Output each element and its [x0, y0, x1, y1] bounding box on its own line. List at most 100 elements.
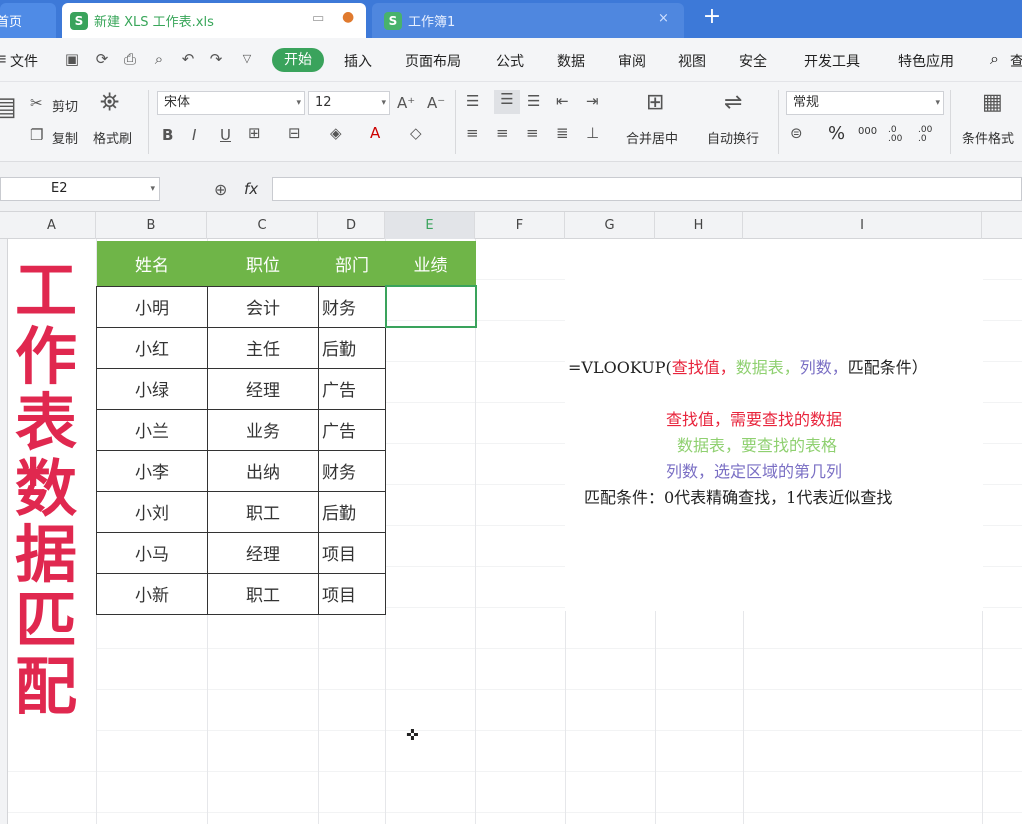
paste-icon[interactable]: ▤: [0, 92, 17, 122]
wrap-text-icon[interactable]: ⇌: [724, 90, 742, 115]
clear-icon[interactable]: ◇: [410, 124, 422, 142]
row-header-gutter[interactable]: [0, 239, 8, 824]
cell-department[interactable]: 广告: [318, 408, 386, 451]
cell-position[interactable]: 业务: [207, 408, 319, 451]
cell-department[interactable]: 后勤: [318, 326, 386, 369]
menu-special[interactable]: 特色应用: [898, 51, 954, 71]
align-top-icon[interactable]: ☰: [466, 92, 479, 110]
cell-performance[interactable]: [386, 450, 476, 491]
column-header[interactable]: H: [655, 212, 743, 239]
currency-icon[interactable]: ⊜: [790, 124, 803, 142]
font-shrink-icon[interactable]: A⁻: [427, 94, 445, 112]
align-bottom-icon[interactable]: ☰: [527, 92, 540, 110]
header-name[interactable]: 姓名: [96, 241, 208, 286]
cell-position[interactable]: 职工: [207, 490, 319, 533]
search-label[interactable]: 查: [1010, 51, 1022, 71]
border-icon[interactable]: ⊞: [248, 124, 261, 142]
cell-department[interactable]: 财务: [318, 449, 386, 492]
cell-style-icon[interactable]: ⊟: [288, 124, 301, 142]
thousands-button[interactable]: 000: [858, 126, 877, 137]
export-icon[interactable]: ⟳: [92, 49, 112, 69]
format-painter-icon[interactable]: ⛯: [100, 88, 119, 116]
font-grow-icon[interactable]: A⁺: [397, 94, 415, 112]
new-tab-button[interactable]: +: [700, 6, 724, 30]
menu-insert[interactable]: 插入: [344, 51, 372, 71]
tab-active-file[interactable]: S 新建 XLS 工作表.xls ▭ ●: [62, 3, 366, 38]
name-box[interactable]: E2 ▾: [0, 177, 160, 201]
fill-color-icon[interactable]: ◈: [330, 124, 342, 142]
align-left-icon[interactable]: ≡: [466, 124, 479, 142]
menu-formula[interactable]: 公式: [496, 51, 524, 71]
cell-department[interactable]: 项目: [318, 572, 386, 615]
cell-position[interactable]: 经理: [207, 367, 319, 410]
cell-position[interactable]: 经理: [207, 531, 319, 574]
scissors-icon[interactable]: ✂: [30, 94, 43, 112]
cell-position[interactable]: 出纳: [207, 449, 319, 492]
cell-performance[interactable]: [386, 532, 476, 573]
formula-input[interactable]: [272, 177, 1022, 201]
redo-icon[interactable]: ↷: [206, 49, 226, 69]
cell-name[interactable]: 小马: [96, 531, 208, 574]
align-middle-icon[interactable]: ☰: [494, 90, 520, 114]
column-header[interactable]: D: [318, 212, 385, 239]
wrap-text-button[interactable]: 自动换行: [707, 128, 759, 147]
close-icon[interactable]: ×: [658, 11, 669, 26]
font-color-icon[interactable]: A: [370, 124, 380, 142]
cell-name[interactable]: 小红: [96, 326, 208, 369]
cell-performance[interactable]: [386, 409, 476, 450]
column-header[interactable]: F: [475, 212, 565, 239]
menu-start[interactable]: 开始: [272, 48, 324, 72]
cell-name[interactable]: 小明: [96, 285, 208, 328]
cell-performance[interactable]: [386, 368, 476, 409]
column-header[interactable]: I: [743, 212, 982, 239]
menu-security[interactable]: 安全: [739, 51, 767, 71]
header-department[interactable]: 部门: [318, 241, 386, 286]
align-right-icon[interactable]: ≡: [526, 124, 539, 142]
column-header[interactable]: B: [96, 212, 207, 239]
format-painter-button[interactable]: 格式刷: [93, 128, 132, 147]
column-header[interactable]: C: [207, 212, 318, 239]
cell-performance[interactable]: [386, 491, 476, 532]
cell-e2-selected[interactable]: [384, 285, 477, 328]
print-icon[interactable]: ⎙: [120, 49, 140, 69]
cell-name[interactable]: 小兰: [96, 408, 208, 451]
justify-icon[interactable]: ≣: [556, 124, 569, 142]
cell-position[interactable]: 职工: [207, 572, 319, 615]
menu-data[interactable]: 数据: [557, 51, 585, 71]
cell-position[interactable]: 会计: [207, 285, 319, 328]
preview-icon[interactable]: ⌕: [149, 49, 169, 69]
menu-developer[interactable]: 开发工具: [804, 51, 860, 71]
merge-center-icon[interactable]: ⊞: [646, 90, 664, 115]
decimal-decrease-button[interactable]: .00 .0: [918, 126, 940, 144]
bold-icon[interactable]: B: [162, 126, 173, 144]
menu-review[interactable]: 审阅: [618, 51, 646, 71]
cell-department[interactable]: 广告: [318, 367, 386, 410]
merge-center-button[interactable]: 合并居中: [626, 128, 678, 147]
decimal-increase-button[interactable]: .0 .00: [888, 126, 910, 144]
cell-department[interactable]: 后勤: [318, 490, 386, 533]
conditional-format-button[interactable]: 条件格式: [962, 128, 1014, 147]
fx-button[interactable]: fx: [244, 180, 258, 198]
tab-home[interactable]: 首页: [0, 3, 56, 38]
cell-department[interactable]: 项目: [318, 531, 386, 574]
cell-position[interactable]: 主任: [207, 326, 319, 369]
menu-file[interactable]: 文件: [10, 51, 38, 71]
cell-performance[interactable]: [386, 573, 476, 614]
distribute-icon[interactable]: ⊥: [586, 124, 599, 142]
tab-workbook[interactable]: S 工作簿1 ×: [372, 3, 684, 38]
font-name-select[interactable]: 宋体 ▾: [157, 91, 305, 115]
column-header[interactable]: A: [8, 212, 96, 239]
column-header-selected[interactable]: E: [385, 212, 475, 239]
search-icon[interactable]: ⌕: [990, 49, 999, 69]
monitor-icon[interactable]: ▭: [312, 11, 324, 26]
indent-decrease-icon[interactable]: ⇤: [556, 92, 569, 110]
indent-increase-icon[interactable]: ⇥: [586, 92, 599, 110]
undo-icon[interactable]: ↶: [178, 49, 198, 69]
copy-icon[interactable]: ❐: [30, 126, 43, 144]
save-icon[interactable]: ▣: [62, 49, 82, 69]
copy-button[interactable]: 复制: [52, 128, 78, 147]
number-format-select[interactable]: 常规 ▾: [786, 91, 944, 115]
more-icon[interactable]: ▽: [237, 49, 257, 69]
cell-name[interactable]: 小刘: [96, 490, 208, 533]
header-position[interactable]: 职位: [207, 241, 319, 286]
